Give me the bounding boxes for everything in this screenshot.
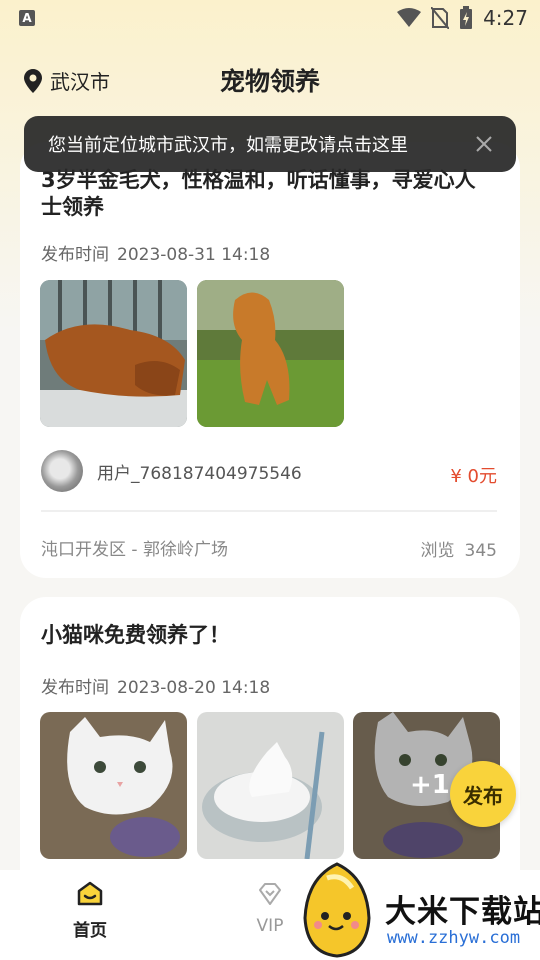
views-label: 浏览: [420, 541, 455, 561]
post-views: 浏览 345: [421, 536, 497, 561]
watermark-url: www.zzhyw.com: [387, 928, 521, 948]
location-toast[interactable]: 您当前定位城市武汉市，如需更改请点击这里: [24, 116, 516, 172]
post-time-value: 2023-08-20 14:18: [117, 678, 271, 698]
author-name: 用户_768187404975546: [97, 463, 302, 484]
post-time-label: 发布时间: [41, 245, 109, 265]
app-notification-icon: A: [19, 10, 35, 26]
views-count: 345: [464, 541, 497, 561]
post-photo-golden-retriever-sitting[interactable]: [197, 280, 344, 427]
post-title: 小猫咪免费领养了！: [41, 623, 230, 647]
divider: [41, 510, 497, 512]
post-photo-golden-retriever-lying[interactable]: [40, 280, 187, 427]
wifi-icon: [397, 8, 422, 27]
post-title: 3岁半金毛犬，性格温和，听话懂事，寻爱心人士领养: [41, 168, 476, 219]
watermark: 大米下载站 www.zzhyw.com: [295, 858, 540, 960]
status-time: 4:27: [483, 6, 528, 30]
vip-diamond-icon: [259, 883, 281, 905]
nav-vip-label: VIP: [256, 916, 284, 936]
rice-mascot-icon: [303, 862, 371, 958]
no-sim-icon: [431, 7, 450, 29]
post-time: 发布时间 2023-08-31 14:18: [41, 240, 270, 265]
post-time-value: 2023-08-31 14:18: [117, 245, 271, 265]
post-time-label: 发布时间: [41, 678, 109, 698]
toast-message: 您当前定位城市武汉市，如需更改请点击这里: [48, 135, 408, 156]
post-photo-white-cat-in-basket[interactable]: [197, 712, 344, 859]
page-title: 宠物领养: [219, 67, 320, 96]
status-icons: 4:27: [397, 6, 528, 30]
nav-home[interactable]: 首页: [60, 880, 120, 941]
status-bar: A 4:27: [0, 0, 540, 36]
watermark-title: 大米下载站: [385, 894, 540, 930]
post-card[interactable]: 3岁半金毛犬，性格温和，听话懂事，寻爱心人士领养 发布时间 2023-08-31 …: [20, 142, 520, 578]
post-author[interactable]: 用户_768187404975546: [41, 450, 302, 492]
post-photo-white-cat-closeup[interactable]: [40, 712, 187, 859]
post-time: 发布时间 2023-08-20 14:18: [41, 673, 270, 698]
post-price: ¥ 0元: [450, 466, 497, 487]
post-address: 沌口开发区 - 郭徐岭广场: [41, 540, 228, 560]
avatar: [41, 450, 83, 492]
more-photos-count: +1: [410, 770, 450, 800]
post-card[interactable]: 小猫咪免费领养了！ 发布时间 2023-08-20 14:18: [20, 597, 520, 897]
nav-vip[interactable]: VIP: [240, 880, 300, 936]
home-icon: [77, 881, 103, 906]
nav-home-label: 首页: [73, 921, 107, 941]
publish-button[interactable]: 发布: [450, 761, 516, 827]
close-icon[interactable]: [474, 134, 494, 154]
battery-charging-icon: [460, 6, 473, 29]
